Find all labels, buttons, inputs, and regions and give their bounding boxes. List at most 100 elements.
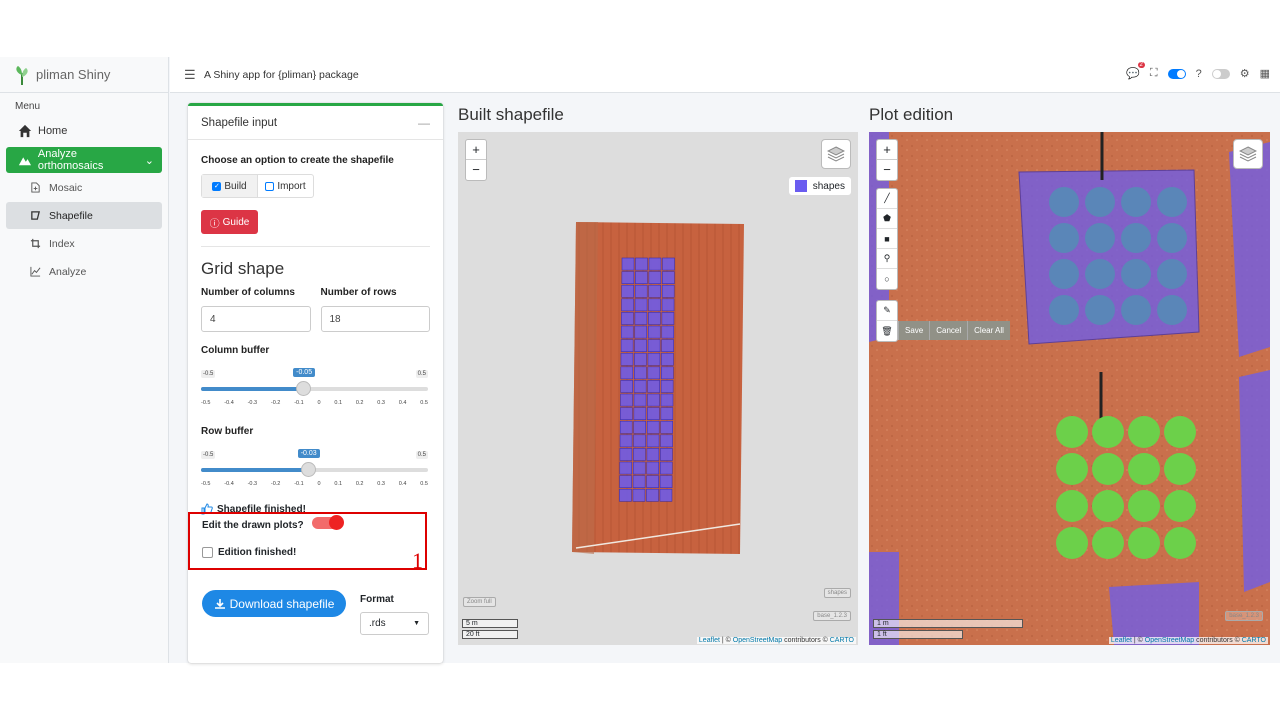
attr-carto-link[interactable]: CARTO bbox=[830, 637, 854, 644]
plot-cell bbox=[620, 380, 633, 393]
cancel-button[interactable]: Cancel bbox=[929, 321, 967, 340]
trash-icon[interactable]: 🗑 bbox=[877, 321, 897, 341]
sidebar-item-home[interactable]: Home bbox=[6, 117, 162, 145]
collapse-icon[interactable]: — bbox=[418, 116, 430, 130]
slider-ticks: -0.5 -0.4 -0.3 -0.2 -0.1 0 0.1 0.2 0.3 0.4 0.5 bbox=[201, 481, 428, 487]
guide-button[interactable]: ⓘ Guide bbox=[201, 210, 258, 234]
slider-tick: -0.3 bbox=[247, 481, 258, 487]
menu-title: Menu bbox=[15, 101, 41, 112]
slider-handle[interactable] bbox=[300, 462, 316, 477]
slider-tick: 0.1 bbox=[334, 481, 343, 487]
sidebar-item-analyze[interactable]: Analyze bbox=[6, 258, 162, 285]
app-root: pliman Shiny Menu Home Analyze orthomosa… bbox=[0, 57, 1280, 663]
option-build-label: Build bbox=[224, 180, 247, 192]
attr-osm-link[interactable]: OpenStreetMap bbox=[733, 637, 782, 644]
slider-handle[interactable] bbox=[296, 381, 312, 396]
hamburger-menu-icon[interactable]: ☰ bbox=[184, 67, 196, 83]
plot-cell bbox=[660, 448, 673, 461]
option-build[interactable]: ✓ Build bbox=[202, 175, 258, 197]
row-buffer-slider[interactable]: -0.5 -0.03 0.5 -0.5 -0.4 -0.3 -0.2 -0.1 0 0.1 0… bbox=[201, 441, 430, 493]
plant bbox=[1092, 453, 1124, 485]
fullscreen-icon[interactable]: ⛶ bbox=[1150, 67, 1158, 80]
columns-input[interactable]: 4 bbox=[201, 306, 311, 332]
slider-value: -0.05 bbox=[293, 368, 316, 377]
plot-cell bbox=[661, 325, 675, 339]
help-icon[interactable]: ? bbox=[1196, 68, 1202, 80]
sidebar-group-analyze-orthomosaics[interactable]: Analyze orthomosaics ⌄ bbox=[6, 147, 162, 173]
columns-label: Number of columns bbox=[201, 287, 295, 298]
plot-edition-map[interactable]: + − ╱ ⬟ ■ ⚲ ○ ✎ 🗑 Save Cancel Clear All … bbox=[869, 132, 1270, 645]
plant bbox=[1164, 490, 1196, 522]
sidebar-item-mosaic[interactable]: Mosaic bbox=[6, 174, 162, 201]
attr-leaflet-link[interactable]: Leaflet bbox=[699, 637, 720, 644]
built-shapefile-map[interactable]: + − shapes Zoom full shapes base_1.2.3 5… bbox=[458, 132, 858, 645]
attr-sep: | © bbox=[719, 637, 733, 644]
plot-cell bbox=[634, 366, 647, 380]
layers-icon[interactable] bbox=[1233, 139, 1263, 169]
plot-cell bbox=[647, 325, 661, 339]
plot-cell bbox=[661, 339, 674, 353]
plot-cell bbox=[659, 488, 673, 502]
plot-cell bbox=[633, 434, 646, 448]
plot-cell bbox=[662, 257, 675, 271]
card-body: Choose an option to create the shapefile… bbox=[188, 155, 443, 515]
attr-carto-link[interactable]: CARTO bbox=[1242, 637, 1266, 644]
sidebar-item-index[interactable]: Index bbox=[6, 230, 162, 257]
slider-value: -0.03 bbox=[297, 449, 320, 458]
dark-mode-toggle[interactable] bbox=[1167, 68, 1186, 79]
plot-cell bbox=[620, 352, 634, 366]
brand[interactable]: pliman Shiny bbox=[0, 57, 168, 93]
attr-leaflet-link[interactable]: Leaflet bbox=[1111, 637, 1132, 644]
sidebar-item-label: Analyze bbox=[49, 265, 87, 278]
edition-finished-checkbox[interactable]: Edition finished! bbox=[190, 547, 425, 558]
draw-marker-icon[interactable]: ⚲ bbox=[877, 249, 897, 269]
edit-layers-icon[interactable]: ✎ bbox=[877, 301, 897, 321]
plot-cell bbox=[647, 393, 660, 407]
plot-cell bbox=[647, 366, 661, 380]
plot-cell bbox=[634, 284, 648, 298]
plot-cell bbox=[647, 407, 660, 421]
rows-input[interactable]: 18 bbox=[320, 306, 430, 332]
layers-icon[interactable] bbox=[821, 139, 851, 169]
plot-cell bbox=[621, 257, 635, 271]
sidebar-item-shapefile[interactable]: Shapefile bbox=[6, 202, 162, 229]
gear-icon[interactable]: ⚙ bbox=[1240, 67, 1250, 80]
file-plus-icon bbox=[31, 182, 40, 193]
zoom-in-button[interactable]: + bbox=[877, 140, 897, 160]
draw-polyline-icon[interactable]: ╱ bbox=[877, 189, 897, 209]
crop-icon bbox=[30, 238, 41, 249]
plant bbox=[1049, 295, 1079, 325]
plot-cell bbox=[621, 298, 634, 312]
grid-icon[interactable]: ▦ bbox=[1260, 67, 1270, 80]
zoom-out-button[interactable]: − bbox=[466, 160, 486, 180]
zoom-out-button[interactable]: − bbox=[877, 160, 897, 180]
slider-tick: 0.3 bbox=[377, 400, 385, 406]
notifications-icon[interactable]: 💬 2 bbox=[1126, 62, 1145, 80]
download-shapefile-button[interactable]: Download shapefile bbox=[202, 590, 346, 617]
plot-cell bbox=[620, 339, 634, 353]
zoom-in-button[interactable]: + bbox=[466, 140, 486, 160]
slider-ticks: -0.5 -0.4 -0.3 -0.2 -0.1 0 0.1 0.2 0.3 0.4 0.5 bbox=[201, 400, 428, 406]
save-button[interactable]: Save bbox=[898, 321, 929, 340]
draw-circle-icon[interactable]: ○ bbox=[877, 269, 897, 289]
option-import[interactable]: Import bbox=[258, 175, 313, 197]
plot-cell bbox=[634, 325, 648, 339]
draw-polygon-icon[interactable]: ⬟ bbox=[877, 209, 897, 229]
guide-label: Guide bbox=[222, 216, 250, 228]
zoomed-orthomosaic bbox=[869, 132, 1270, 645]
theme-toggle[interactable] bbox=[1211, 68, 1230, 79]
top-navbar: ☰ A Shiny app for {pliman} package 💬 2 ⛶ … bbox=[170, 57, 1280, 93]
plot-cell bbox=[646, 475, 659, 489]
slider-tick: -0.1 bbox=[294, 400, 304, 406]
column-buffer-slider[interactable]: -0.5 -0.05 0.5 -0.5 -0.4 -0.3 -0.2 -0.1 0 0.1 0… bbox=[201, 360, 430, 412]
edit-plots-switch[interactable] bbox=[311, 514, 344, 530]
clear-all-button[interactable]: Clear All bbox=[967, 321, 1010, 340]
shapefile-input-card: Shapefile input — Choose an option to cr… bbox=[188, 103, 443, 663]
grid-inputs: Number of columns 4 Number of rows 18 bbox=[201, 287, 430, 332]
option-import-label: Import bbox=[277, 180, 306, 192]
plot-cell bbox=[659, 475, 673, 489]
draw-rectangle-icon[interactable]: ■ bbox=[877, 229, 897, 249]
zoom-full-button[interactable]: Zoom full bbox=[463, 597, 496, 607]
format-select[interactable]: .rds bbox=[360, 612, 429, 635]
attr-osm-link[interactable]: OpenStreetMap bbox=[1145, 637, 1194, 644]
